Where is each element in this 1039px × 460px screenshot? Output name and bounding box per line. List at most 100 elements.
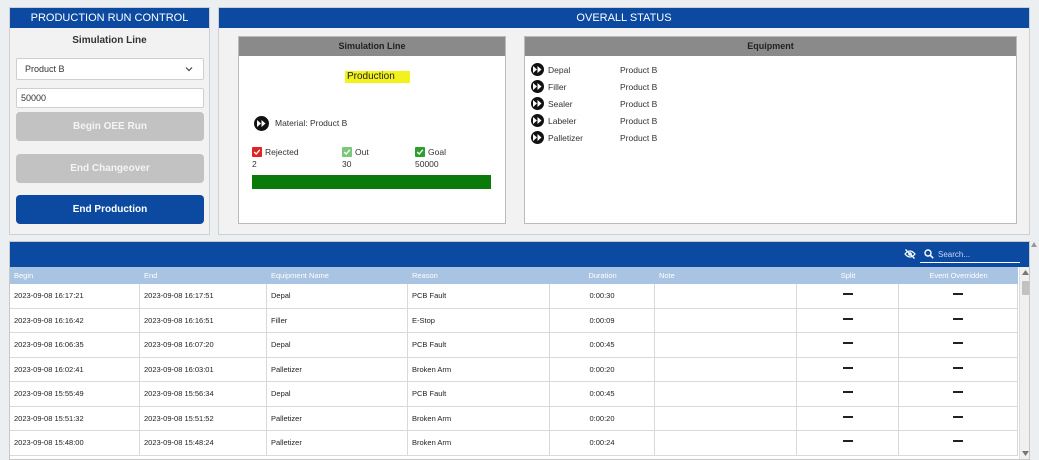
- equipment-name: Sealer: [548, 98, 573, 109]
- dash-icon: [953, 317, 963, 320]
- goal-value: 50000: [415, 159, 439, 169]
- equipment-card: Equipment Depal Product B Filler Product BS…: [524, 36, 1017, 224]
- end-cell: 2023-09-08 15:56:34: [140, 382, 267, 406]
- search-input[interactable]: [938, 248, 1018, 260]
- scroll-down-arrow-icon[interactable]: [1022, 451, 1029, 456]
- equipment-row: Filler Product B: [531, 79, 657, 94]
- table-row[interactable]: 2023-09-08 15:48:00 2023-09-08 15:48:24 Pa…: [10, 431, 1018, 456]
- reason-cell: E-Stop: [408, 308, 550, 333]
- fast-forward-icon: [531, 97, 544, 111]
- begin-oee-run-button[interactable]: Begin OEE Run: [16, 112, 204, 141]
- duration-cell: 0:00:45: [550, 382, 655, 406]
- duration-cell: 0:00:20: [550, 357, 655, 382]
- overall-status-panel: OVERALL STATUS Simulation Line Productio…: [218, 7, 1030, 235]
- event-overridden-cell[interactable]: [899, 284, 1018, 308]
- event-overridden-cell[interactable]: [899, 333, 1018, 357]
- equipment-cell: Palletizer: [267, 357, 408, 382]
- split-cell[interactable]: [797, 382, 899, 406]
- simulation-line-label: Simulation Line: [72, 35, 147, 46]
- visibility-off-icon[interactable]: [904, 249, 916, 259]
- column-header[interactable]: Begin: [10, 267, 140, 284]
- reason-cell: Broken Arm: [408, 431, 550, 455]
- begin-cell: 2023-09-08 15:51:32: [10, 406, 140, 431]
- dash-icon: [842, 342, 853, 345]
- dash-icon: [842, 317, 853, 320]
- column-header[interactable]: Duration: [550, 267, 655, 284]
- dash-icon: [842, 415, 853, 418]
- split-cell[interactable]: [797, 357, 899, 382]
- out-value: 30: [342, 159, 352, 169]
- equipment-row: Depal Product B: [531, 62, 658, 77]
- table-body: 2023-09-08 16:17:21 2023-09-08 16:17:51 De…: [10, 284, 1018, 456]
- equipment-cell: Palletizer: [267, 431, 408, 455]
- split-cell[interactable]: [797, 308, 899, 333]
- goal-check-icon: [415, 146, 425, 157]
- note-cell: [655, 308, 797, 333]
- begin-cell: 2023-09-08 15:48:00: [10, 431, 140, 455]
- end-changeover-button[interactable]: End Changeover: [16, 154, 204, 183]
- split-cell[interactable]: [797, 333, 899, 357]
- note-cell: [655, 382, 797, 406]
- material-row: Material: Product B: [254, 115, 348, 132]
- equipment-row: Sealer Product B: [531, 96, 657, 111]
- event-overridden-cell[interactable]: [899, 406, 1018, 431]
- quantity-input[interactable]: [16, 88, 204, 108]
- table-row[interactable]: 2023-09-08 15:51:32 2023-09-08 15:51:52 Pa…: [10, 406, 1018, 431]
- production-run-control-panel: PRODUCTION RUN CONTROL Simulation Line P…: [9, 7, 210, 235]
- table-row[interactable]: 2023-09-08 16:17:21 2023-09-08 16:17:51 De…: [10, 284, 1018, 309]
- scroll-thumb[interactable]: [1022, 281, 1029, 295]
- simulation-line-card: Simulation Line Production Material: Pro…: [238, 36, 506, 224]
- column-header[interactable]: Split: [797, 267, 899, 284]
- out-check-icon: [342, 146, 352, 157]
- table-scrollbar[interactable]: [1019, 267, 1029, 459]
- panel-title: PRODUCTION RUN CONTROL: [10, 8, 209, 28]
- duration-cell: 0:00:24: [550, 431, 655, 455]
- dash-icon: [842, 366, 853, 369]
- downtime-events-table: BeginEndEquipment NameReasonDurationNote…: [9, 241, 1030, 460]
- dash-icon: [953, 366, 963, 369]
- equipment-name: Filler: [548, 81, 567, 92]
- equipment-name: Palletizer: [548, 132, 583, 143]
- equipment-cell: Palletizer: [267, 406, 408, 431]
- product-select[interactable]: Product B: [16, 58, 204, 80]
- reason-cell: PCB Fault: [408, 333, 550, 357]
- equipment-product: Product B: [620, 64, 658, 75]
- column-header[interactable]: Reason: [408, 267, 550, 284]
- event-overridden-cell[interactable]: [899, 382, 1018, 406]
- overall-status-title: OVERALL STATUS: [219, 8, 1029, 28]
- column-header[interactable]: Equipment Name: [267, 267, 408, 284]
- column-header[interactable]: Event Overridden: [899, 267, 1018, 284]
- event-overridden-cell[interactable]: [899, 357, 1018, 382]
- begin-cell: 2023-09-08 15:55:49: [10, 382, 140, 406]
- begin-cell: 2023-09-08 16:17:21: [10, 284, 140, 308]
- product-select-value: Product B: [25, 64, 65, 74]
- split-cell[interactable]: [797, 406, 899, 431]
- duration-cell: 0:00:30: [550, 284, 655, 308]
- simulation-line-card-title: Simulation Line: [239, 37, 505, 56]
- equipment-cell: Depal: [267, 284, 408, 308]
- production-progress-fill: [252, 175, 491, 189]
- split-cell[interactable]: [797, 431, 899, 455]
- split-cell[interactable]: [797, 284, 899, 308]
- scroll-up-arrow-icon[interactable]: [1022, 270, 1029, 275]
- fast-forward-icon: [531, 80, 544, 94]
- fast-forward-icon: [254, 116, 269, 132]
- end-cell: 2023-09-08 16:07:20: [140, 333, 267, 357]
- table-row[interactable]: 2023-09-08 16:02:41 2023-09-08 16:03:01 Pa…: [10, 357, 1018, 382]
- event-overridden-cell[interactable]: [899, 308, 1018, 333]
- material-label: Material: Product B: [275, 118, 348, 128]
- table-row[interactable]: 2023-09-08 16:16:42 2023-09-08 16:16:51 Fi…: [10, 308, 1018, 333]
- begin-cell: 2023-09-08 16:02:41: [10, 357, 140, 382]
- column-header[interactable]: Note: [655, 267, 797, 284]
- note-cell: [655, 357, 797, 382]
- end-cell: 2023-09-08 16:17:51: [140, 284, 267, 308]
- end-production-button[interactable]: End Production: [16, 195, 204, 224]
- note-cell: [655, 284, 797, 308]
- table-row[interactable]: 2023-09-08 16:06:35 2023-09-08 16:07:20 De…: [10, 333, 1018, 358]
- column-header[interactable]: End: [140, 267, 267, 284]
- event-overridden-cell[interactable]: [899, 431, 1018, 455]
- out-label: Out: [355, 147, 369, 157]
- table-row[interactable]: 2023-09-08 15:55:49 2023-09-08 15:56:34 De…: [10, 382, 1018, 407]
- page-scroll-up-arrow-icon[interactable]: [1031, 242, 1037, 247]
- fast-forward-icon: [531, 63, 544, 77]
